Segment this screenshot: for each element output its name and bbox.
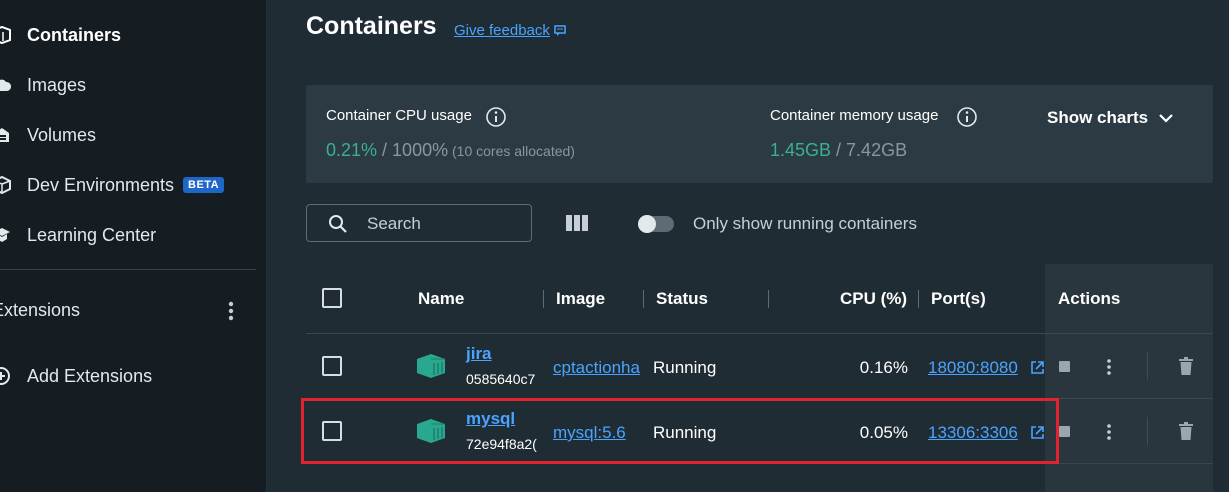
row-divider [306,333,1213,334]
col-separator[interactable] [543,290,544,308]
row-divider [306,463,1213,464]
col-header-ports[interactable]: Port(s) [931,289,986,309]
sidebar-item-label: Volumes [27,124,97,145]
container-name-link[interactable]: jira [466,344,492,364]
show-charts-button[interactable]: Show charts [1047,108,1148,128]
chevron-down-icon[interactable] [1158,111,1174,125]
sidebar: Containers Images Volumes Dev Environmen… [0,0,267,492]
cpu-total: / 1000% [377,140,449,160]
col-header-actions: Actions [1058,289,1121,308]
stop-icon[interactable] [1059,361,1070,372]
containers-icon [0,26,11,44]
memory-usage-label: Container memory usage [770,107,939,124]
add-extensions-item[interactable]: Add Extensions [0,361,266,391]
feedback-icon [554,25,566,37]
container-image-link[interactable]: mysql:5.6 [553,423,644,443]
search-box[interactable] [306,204,532,242]
sidebar-item-learning-center[interactable]: Learning Center [0,220,266,250]
col-header-image[interactable]: Image [556,289,605,309]
container-image-link[interactable]: cptactionha [553,358,644,378]
search-icon [329,215,347,233]
memory-total: / 7.42GB [831,140,908,160]
memory-info-icon[interactable] [956,106,978,128]
container-port-link[interactable]: 13306:3306 [928,423,1018,443]
toggle-knob [638,215,656,233]
sidebar-item-label: Containers [27,24,122,45]
more-options-icon[interactable] [1106,358,1112,376]
container-status: Running [653,358,717,377]
cpu-usage-label: Container CPU usage [326,107,472,124]
external-link-icon[interactable] [1030,425,1045,440]
running-only-toggle[interactable] [638,215,674,233]
sidebar-item-label: Images [27,74,87,95]
col-header-name[interactable]: Name [418,289,464,309]
beta-badge: BETA [183,177,225,193]
add-circle-icon [0,367,10,385]
container-cpu: 0.16% [859,358,908,377]
container-icon [417,419,445,443]
extensions-menu-icon[interactable] [222,299,240,323]
col-header-cpu[interactable]: CPU (%) [840,289,907,309]
cpu-usage-value: 0.21% / 1000% (10 cores allocated) [326,140,575,161]
container-name-link[interactable]: mysql [466,409,515,429]
volumes-icon [0,128,9,142]
sidebar-divider [0,269,256,270]
select-all-checkbox[interactable] [322,288,342,308]
row-checkbox[interactable] [322,421,342,441]
columns-icon[interactable] [565,213,589,233]
container-id: 0585640c7 [466,371,536,387]
cloud-icon [0,79,11,91]
stop-icon[interactable] [1059,426,1070,437]
action-separator [1147,352,1148,380]
external-link-icon[interactable] [1030,360,1045,375]
container-id: 72e94f8a2( [466,436,537,452]
sidebar-item-dev-environments[interactable]: Dev Environments BETA [0,170,266,200]
col-separator[interactable] [768,290,769,308]
more-options-icon[interactable] [1106,423,1112,441]
page-title: Containers [306,12,437,40]
memory-usage-value: 1.45GB / 7.42GB [770,140,907,161]
row-divider [306,398,1213,399]
col-separator[interactable] [643,290,644,308]
container-port-link[interactable]: 18080:8080 [928,358,1018,378]
cpu-cores-note: (10 cores allocated) [448,143,575,159]
extensions-heading: Extensions [0,300,81,320]
learning-icon [0,228,10,242]
col-separator[interactable] [918,290,919,308]
col-header-status[interactable]: Status [656,289,708,309]
action-separator [1147,417,1148,445]
container-cpu: 0.05% [859,423,908,442]
sidebar-item-label: Dev Environments [27,174,175,195]
give-feedback-link[interactable]: Give feedback [454,22,567,39]
cpu-info-icon[interactable] [485,106,507,128]
sidebar-item-containers[interactable]: Containers [0,20,266,50]
container-icon [417,354,445,378]
trash-icon[interactable] [1178,422,1194,441]
usage-stats-panel: Container CPU usage 0.21% / 1000% (10 co… [306,85,1213,183]
running-only-label: Only show running containers [693,214,917,233]
dev-env-icon [0,176,11,194]
trash-icon[interactable] [1178,357,1194,376]
give-feedback-label: Give feedback [454,22,550,39]
sidebar-item-images[interactable]: Images [0,70,266,100]
container-status: Running [653,423,717,442]
cpu-used: 0.21% [326,140,378,160]
sidebar-item-volumes[interactable]: Volumes [0,120,266,150]
row-checkbox[interactable] [322,356,342,376]
sidebar-item-label: Learning Center [27,224,157,245]
search-input[interactable] [365,211,519,237]
memory-used: 1.45GB [770,140,832,160]
add-extensions-label: Add Extensions [27,365,153,386]
